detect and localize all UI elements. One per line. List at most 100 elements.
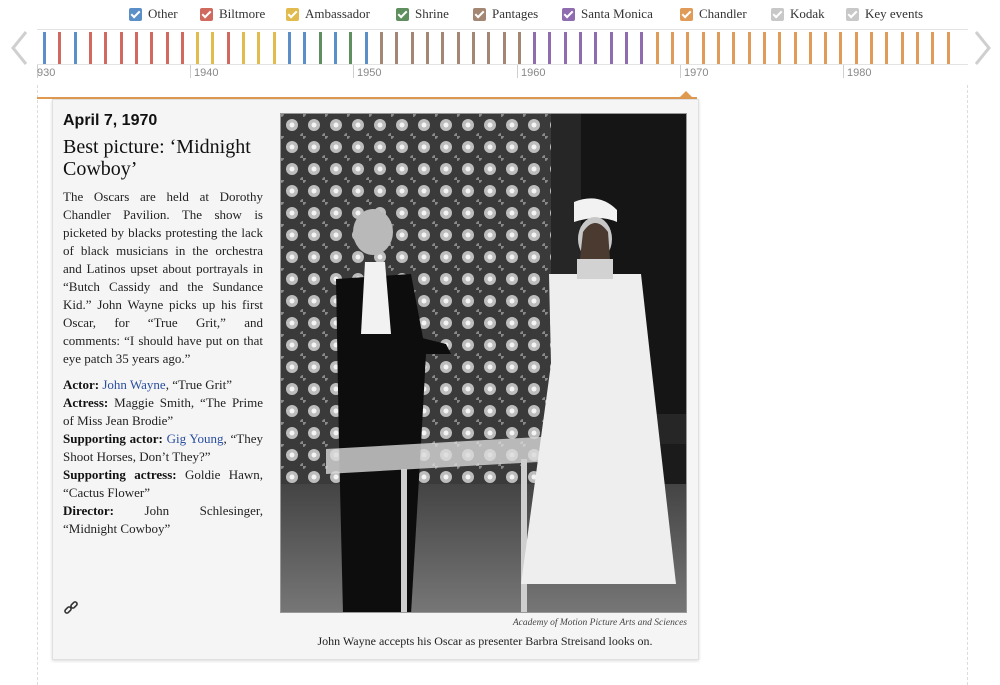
timeline-event-tick[interactable] <box>854 32 858 64</box>
legend-label: Kodak <box>790 6 825 21</box>
timeline-event-tick[interactable] <box>579 32 583 64</box>
timeline-event-tick[interactable] <box>58 32 62 64</box>
timeline-event-tick[interactable] <box>134 32 138 64</box>
timeline-event-tick[interactable] <box>732 32 736 64</box>
timeline-strip[interactable] <box>37 29 968 65</box>
award-film: , “True Grit” <box>165 377 233 392</box>
timeline-event-tick[interactable] <box>456 32 460 64</box>
legend-label: Other <box>148 6 178 21</box>
timeline-event-tick[interactable] <box>334 32 338 64</box>
timeline-event-tick[interactable] <box>716 32 720 64</box>
timeline-event-tick[interactable] <box>379 32 383 64</box>
checkbox-icon[interactable] <box>680 7 693 21</box>
timeline-event-tick[interactable] <box>43 32 46 64</box>
checkbox-icon[interactable] <box>846 7 859 21</box>
link-icon <box>64 601 78 614</box>
timeline-event-tick[interactable] <box>395 32 399 64</box>
checkbox-icon[interactable] <box>396 7 409 21</box>
timeline-event-tick[interactable] <box>257 32 261 64</box>
timeline-event-tick[interactable] <box>824 32 828 64</box>
timeline-event-tick[interactable] <box>609 32 613 64</box>
legend-pantages[interactable]: Pantages <box>473 5 538 23</box>
timeline-event-tick[interactable] <box>487 32 491 64</box>
timeline-event-tick[interactable] <box>196 32 200 64</box>
timeline-event-tick[interactable] <box>747 32 751 64</box>
timeline-event-tick[interactable] <box>104 32 108 64</box>
timeline-event-tick[interactable] <box>778 32 782 64</box>
timeline-event-tick[interactable] <box>441 32 445 64</box>
timeline-event-tick[interactable] <box>548 32 552 64</box>
timeline-event-tick[interactable] <box>670 32 674 64</box>
timeline-event-tick[interactable] <box>594 32 598 64</box>
timeline-event-tick[interactable] <box>410 32 414 64</box>
timeline-event-tick[interactable] <box>900 32 904 64</box>
timeline-event-tick[interactable] <box>211 32 215 64</box>
timeline-event-tick[interactable] <box>288 32 292 64</box>
timeline-event-tick[interactable] <box>303 32 307 64</box>
timeline-event-tick[interactable] <box>226 32 230 64</box>
timeline-event-tick[interactable] <box>349 32 353 64</box>
checkbox-icon[interactable] <box>771 7 784 21</box>
timeline-event-tick[interactable] <box>517 32 521 64</box>
timeline-event-tick[interactable] <box>272 32 276 64</box>
timeline-event-tick[interactable] <box>88 32 92 64</box>
legend-biltmore[interactable]: Biltmore <box>200 5 265 23</box>
winner-link[interactable]: John Wayne <box>102 377 165 392</box>
checkbox-icon[interactable] <box>562 7 575 21</box>
timeline-event-tick[interactable] <box>563 32 567 64</box>
checkbox-icon[interactable] <box>286 7 299 21</box>
timeline-event-tick[interactable] <box>73 32 77 64</box>
checkbox-icon[interactable] <box>200 7 213 21</box>
timeline-event-tick[interactable] <box>180 32 184 64</box>
legend-other[interactable]: Other <box>129 5 178 23</box>
timeline-event-tick[interactable] <box>931 32 935 64</box>
checkbox-icon[interactable] <box>129 7 142 21</box>
checkbox-icon[interactable] <box>473 7 486 21</box>
timeline-event-tick[interactable] <box>425 32 429 64</box>
timeline-event-tick[interactable] <box>793 32 797 64</box>
timeline-event-tick[interactable] <box>701 32 705 64</box>
chevron-right-icon <box>974 31 991 65</box>
timeline-event-tick[interactable] <box>165 32 169 64</box>
timeline-event-tick[interactable] <box>808 32 812 64</box>
legend-chandler[interactable]: Chandler <box>680 5 747 23</box>
timeline-prev-button[interactable] <box>6 28 34 68</box>
timeline-event-tick[interactable] <box>502 32 506 64</box>
timeline-event-tick[interactable] <box>946 32 950 64</box>
legend-label: Biltmore <box>219 6 266 21</box>
winner-link[interactable]: Gig Young <box>167 431 224 446</box>
timeline-event-tick[interactable] <box>150 32 154 64</box>
timeline-event-tick[interactable] <box>625 32 629 64</box>
timeline-event-tick[interactable] <box>655 32 659 64</box>
timeline-event-tick[interactable] <box>870 32 874 64</box>
winner-actress: Actress: Maggie Smith, “The Prime of Mis… <box>63 394 263 430</box>
timeline-event-tick[interactable] <box>839 32 843 64</box>
legend-kodak[interactable]: Kodak <box>771 5 825 23</box>
photo-caption: John Wayne accepts his Oscar as presente… <box>317 634 653 648</box>
timeline-event-tick[interactable] <box>640 32 644 64</box>
decade-label: 1960 <box>521 67 546 79</box>
timeline-event-tick[interactable] <box>916 32 920 64</box>
selected-event-pointer <box>679 91 693 98</box>
timeline-event-tick[interactable] <box>762 32 766 64</box>
award-role: Supporting actor: <box>63 431 163 446</box>
timeline-event-tick[interactable] <box>119 32 123 64</box>
timeline-event-tick[interactable] <box>242 32 246 64</box>
event-card: April 7, 1970 Best picture: ‘Midnight Co… <box>52 99 699 660</box>
legend-santa-monica[interactable]: Santa Monica <box>562 5 653 23</box>
decade-label: 1940 <box>194 67 219 79</box>
legend-shrine[interactable]: Shrine <box>396 5 449 23</box>
timeline-event-tick[interactable] <box>885 32 889 64</box>
award-role: Actor: <box>63 377 100 392</box>
timeline-event-tick[interactable] <box>364 32 368 64</box>
timeline-event-tick[interactable] <box>533 32 537 64</box>
legend-label: Pantages <box>492 6 539 21</box>
timeline-axis: 930 1940 1950 1960 1970 1980 <box>37 65 968 85</box>
timeline-event-tick[interactable] <box>318 32 322 64</box>
timeline-event-tick[interactable] <box>471 32 475 64</box>
timeline-event-tick[interactable] <box>686 32 690 64</box>
legend-ambassador[interactable]: Ambassador <box>286 5 370 23</box>
permalink-button[interactable] <box>63 600 79 621</box>
timeline-next-button[interactable] <box>968 28 996 68</box>
legend-key-events[interactable]: Key events <box>846 5 923 23</box>
